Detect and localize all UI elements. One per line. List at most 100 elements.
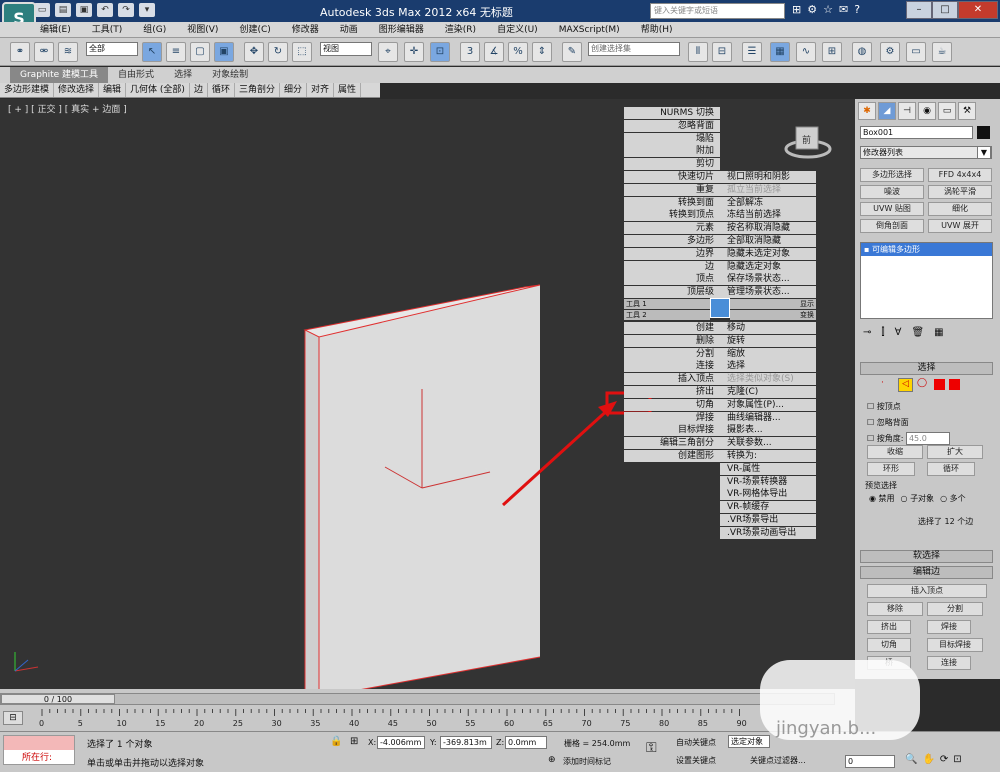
quad-right-item[interactable]: 视口照明和阴影 (720, 171, 816, 183)
set-key-button[interactable]: 设置关键点 (676, 755, 716, 766)
close-icon[interactable]: ✕ (958, 1, 998, 19)
configure-sets-icon[interactable]: ▦ (934, 327, 943, 338)
select-object-icon[interactable]: ↖ (142, 42, 162, 62)
keyboard-shortcut-icon[interactable]: ⊡ (430, 42, 450, 62)
maximize-icon[interactable]: □ (932, 1, 958, 19)
border-level-icon[interactable]: ◯ (917, 378, 930, 391)
quad-right-item[interactable]: 选择 (720, 360, 816, 373)
menu-item[interactable]: 创建(C) (239, 22, 270, 37)
shrink-button[interactable]: 收缩 (867, 445, 923, 459)
redo-icon[interactable]: ↷ (118, 3, 134, 17)
add-time-tag[interactable]: 添加时间标记 (563, 756, 611, 767)
quad-left-item[interactable]: 分割 (624, 347, 720, 360)
quad-right-item[interactable]: 全部取消隐藏 (720, 235, 816, 247)
quad-left-item[interactable]: 顶点 (624, 273, 720, 286)
hierarchy-tab-icon[interactable]: ⊣ (898, 102, 916, 120)
modifier-button[interactable]: FFD 4x4x4 (928, 168, 992, 182)
bind-spacewarp-icon[interactable]: ≋ (58, 42, 78, 62)
vertex-level-icon[interactable]: · (881, 378, 894, 391)
communication-icon[interactable]: ✉ (839, 3, 848, 16)
selection-filter-dropdown[interactable]: 全部 (86, 42, 138, 56)
modifier-list-dropdown[interactable]: 修改器列表 (860, 146, 992, 159)
select-manipulate-icon[interactable]: ✛ (404, 42, 424, 62)
menu-item[interactable]: 渲染(R) (445, 22, 476, 37)
ribbon-subtab[interactable]: 编辑 (99, 83, 127, 97)
schematic-view-icon[interactable]: ⊞ (822, 42, 842, 62)
current-frame-field[interactable]: 0 (845, 755, 895, 768)
loop-button[interactable]: 循环 (927, 462, 975, 476)
open-file-icon[interactable]: ▤ (55, 3, 71, 17)
help-icon[interactable]: ? (854, 3, 860, 16)
ribbon-subtab[interactable]: 属性 (334, 83, 362, 97)
edit-named-selection-icon[interactable]: ✎ (562, 42, 582, 62)
time-slider[interactable]: 0 / 100 (1, 694, 115, 704)
radio-disabled[interactable]: ◉ 禁用 (869, 493, 895, 504)
quad-left-item[interactable]: 创建 (624, 322, 720, 335)
layer-manager-icon[interactable]: ☰ (742, 42, 762, 62)
quad-left-item[interactable]: 多边形 (624, 235, 720, 247)
z-coord-field[interactable]: 0.0mm (505, 736, 547, 749)
split-button[interactable]: 分割 (927, 602, 983, 616)
quad-left-item[interactable]: 元素 (624, 222, 720, 235)
make-unique-icon[interactable]: ∀ (895, 327, 902, 338)
quad-right-item[interactable]: 曲线编辑器... (720, 411, 816, 424)
stack-item-toggle-icon[interactable]: ▪ (864, 245, 872, 254)
ribbon-subtab[interactable]: 几何体 (全部) (126, 83, 190, 97)
quad-left-item[interactable]: 目标焊接 (624, 424, 720, 437)
rollout-edit-edges[interactable]: 编辑边 (860, 566, 993, 579)
search-input[interactable]: 键入关键字或短语 (650, 3, 785, 19)
zoom-icon[interactable]: 🔍 (905, 754, 917, 765)
motion-tab-icon[interactable]: ◉ (918, 102, 936, 120)
curve-editor-icon[interactable]: ∿ (796, 42, 816, 62)
quad-left-item[interactable]: 附加 (624, 145, 720, 158)
ribbon-subtab[interactable]: 细分 (280, 83, 307, 97)
ribbon-tab[interactable]: 对象绘制 (202, 67, 258, 83)
quad-left-item[interactable]: 塌陷 (624, 132, 720, 145)
undo-icon[interactable]: ↶ (97, 3, 113, 17)
quad-right-item[interactable]: VR-网格体导出 (720, 488, 816, 501)
chamfer-button[interactable]: 切角 (867, 638, 911, 652)
menu-item[interactable]: MAXScript(M) (559, 22, 620, 37)
render-setup-icon[interactable]: ⚙ (880, 42, 900, 62)
quad-right-item[interactable]: 管理场景状态... (720, 286, 816, 299)
element-level-icon[interactable] (949, 379, 960, 390)
rollout-soft-selection[interactable]: 软选择 (860, 550, 993, 563)
key-filter-button[interactable]: 关键点过滤器... (750, 755, 806, 766)
quad-right-item[interactable]: 缩放 (720, 347, 816, 360)
menu-item[interactable]: 视图(V) (187, 22, 218, 37)
binoculars-icon[interactable]: ⊞ (792, 3, 801, 16)
menu-item[interactable]: 图形编辑器 (379, 22, 424, 37)
x-coord-field[interactable]: -4.006mm (377, 736, 425, 749)
by-vertex-checkbox[interactable]: ☐ 按顶点 (867, 399, 950, 415)
modifier-button[interactable]: 多边形选择 (860, 168, 924, 182)
mirror-icon[interactable]: ⫴ (688, 42, 708, 62)
quad-left-item[interactable]: 重复 (624, 183, 720, 196)
quad-right-item[interactable]: 关联参数... (720, 437, 816, 450)
ribbon-tab[interactable]: 选择 (164, 67, 202, 83)
rollout-selection-header[interactable]: 选择 (860, 362, 993, 375)
menu-item[interactable]: 自定义(U) (497, 22, 538, 37)
ignore-backface-checkbox[interactable]: ☐ 忽略背面 (867, 415, 950, 431)
maxscript-listener[interactable]: 所在行: (3, 735, 75, 765)
angle-snap-icon[interactable]: ∡ (484, 42, 504, 62)
ribbon-subtab[interactable]: 循环 (208, 83, 235, 97)
window-crossing-icon[interactable]: ▣ (214, 42, 234, 62)
menu-item[interactable]: 组(G) (143, 22, 166, 37)
show-end-result-icon[interactable]: ⫿ (881, 327, 884, 338)
favorites-icon[interactable]: ☆ (823, 3, 833, 16)
radio-subobject[interactable]: ○ 子对象 (901, 493, 935, 504)
quad-right-item[interactable]: .VR场景导出 (720, 514, 816, 527)
quad-left-item[interactable]: 编辑三角剖分 (624, 437, 720, 450)
quad-left-item[interactable]: 插入顶点 (624, 373, 720, 386)
quad-left-item[interactable]: 顶层级 (624, 286, 720, 299)
create-tab-icon[interactable]: ✱ (858, 102, 876, 120)
reference-coord-dropdown[interactable]: 视图 (320, 42, 372, 56)
orbit-icon[interactable]: ⟳ (940, 754, 948, 765)
insert-vertex-button[interactable]: 插入顶点 (867, 584, 987, 598)
snap-toggle-icon[interactable]: 3 (460, 42, 480, 62)
quad-left-item[interactable]: 切角 (624, 398, 720, 411)
named-selection-set-dropdown[interactable]: 创建选择集 (588, 42, 680, 56)
ribbon-subtab[interactable]: 边 (190, 83, 208, 97)
menu-item[interactable]: 编辑(E) (40, 22, 71, 37)
menu-item[interactable]: 工具(T) (92, 22, 123, 37)
